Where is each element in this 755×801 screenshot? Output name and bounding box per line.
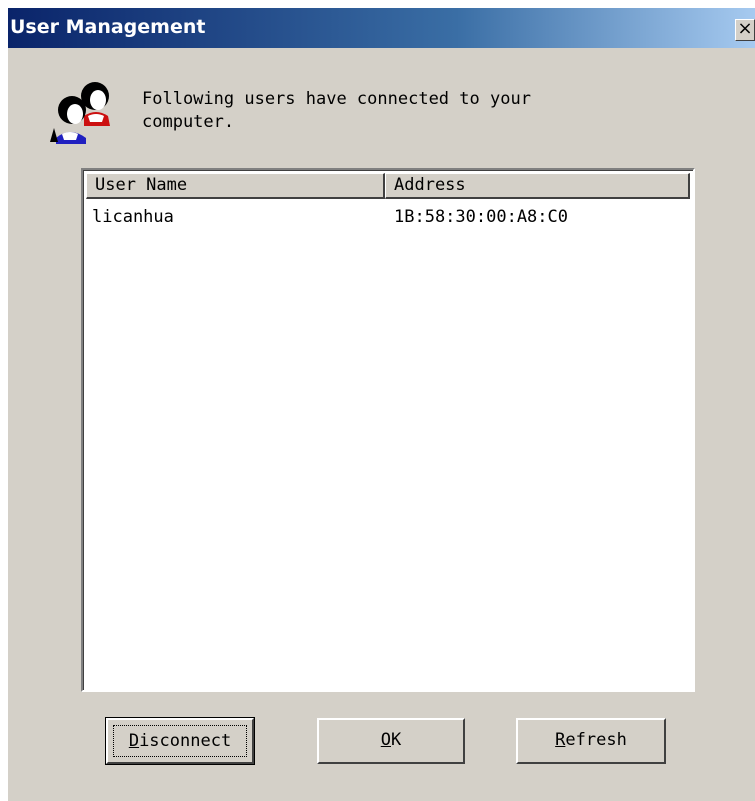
ok-mnemonic: O xyxy=(380,730,391,750)
user-name-cell: licanhua xyxy=(92,207,174,227)
title-bar[interactable]: User Management × xyxy=(8,8,755,48)
users-icon xyxy=(48,76,118,144)
window-title: User Management xyxy=(10,16,206,38)
address-cell: 1B:58:30:00:A8:C0 xyxy=(394,207,568,227)
disconnect-button[interactable]: Disconnect xyxy=(105,717,255,765)
connected-users-message: Following users have connected to your c… xyxy=(142,88,642,134)
column-header-address[interactable]: Address xyxy=(385,173,690,199)
refresh-label: efresh xyxy=(565,730,627,750)
message-line-1: Following users have connected to your xyxy=(142,89,531,109)
close-button[interactable]: × xyxy=(735,19,755,41)
list-item[interactable]: licanhua 1B:58:30:00:A8:C0 xyxy=(84,204,693,230)
ok-button[interactable]: OK xyxy=(317,718,465,764)
refresh-button[interactable]: Refresh xyxy=(516,718,666,764)
disconnect-label: isconnect xyxy=(139,731,232,751)
message-line-2: computer. xyxy=(142,112,235,132)
refresh-mnemonic: R xyxy=(555,730,566,750)
close-icon: × xyxy=(737,18,753,39)
ok-label: K xyxy=(391,730,402,750)
column-header-user-name[interactable]: User Name xyxy=(86,173,385,199)
users-list[interactable]: User Name Address licanhua 1B:58:30:00:A… xyxy=(81,168,695,692)
user-management-dialog: User Management × Following users have c… xyxy=(0,0,755,801)
disconnect-mnemonic: D xyxy=(128,731,140,751)
focus-rectangle: Disconnect xyxy=(113,725,247,757)
